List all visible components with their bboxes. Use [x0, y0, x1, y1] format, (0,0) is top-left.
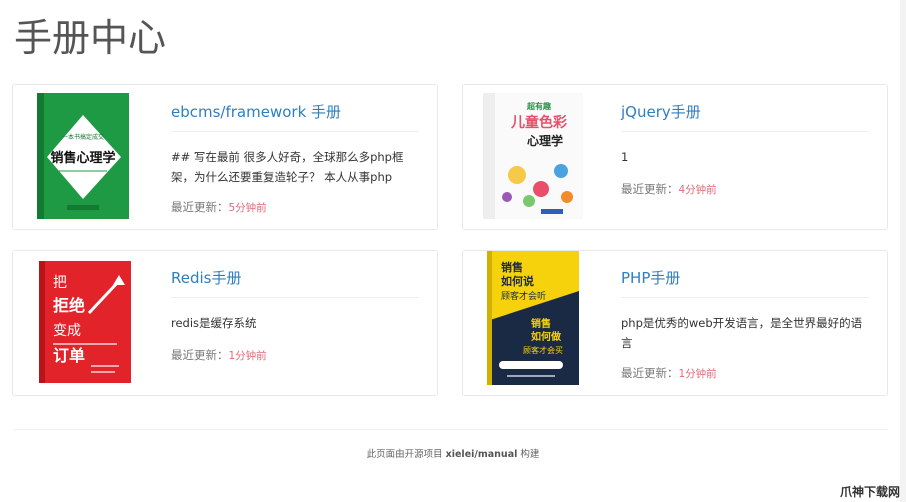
manual-card[interactable]: 销售 如何说 顾客才会听 销售 如何做 顾客才会买 PHP手册 php是优秀的w…	[462, 250, 888, 396]
book-cover-text: 销售心理学	[50, 150, 115, 166]
footer-divider	[14, 429, 888, 430]
updated-time: 1分钟前	[678, 368, 717, 380]
footer-project-link[interactable]: xielei/manual	[446, 449, 518, 460]
updated-label: 最近更新：	[621, 366, 679, 380]
card-description: redis是缓存系统	[171, 316, 257, 330]
book-cover-text: 心理学	[527, 133, 563, 148]
manual-card[interactable]: 超有趣 儿童色彩 心理学 jQuery手册 1 最近更新：4分钟前	[462, 84, 888, 230]
card-updated: 最近更新：1分钟前	[621, 365, 717, 381]
card-updated: 最近更新：5分钟前	[171, 199, 267, 215]
book-cover-text: 拒绝	[53, 296, 85, 315]
book-cover-text: 订单	[53, 346, 85, 365]
book-cover-text: 顾客才会买	[523, 345, 563, 355]
book-cover-text: 顾客才会听	[501, 290, 546, 302]
updated-label: 最近更新：	[621, 182, 679, 196]
card-divider	[621, 297, 869, 298]
updated-time: 1分钟前	[228, 350, 267, 362]
card-title-link[interactable]: jQuery手册	[621, 101, 701, 122]
card-title-link[interactable]: Redis手册	[171, 267, 241, 288]
footer: 此页面由开源项目 xielei/manual 构建	[0, 446, 906, 460]
book-cover-text: 一本书搞定成交	[62, 133, 104, 141]
manual-card[interactable]: 把 拒绝 变成 订单 Redis手册 redis是缓存系统 最近更新：1分钟前	[12, 250, 438, 396]
book-cover-image[interactable]: 超有趣 儿童色彩 心理学	[483, 93, 583, 219]
footer-prefix: 此页面由开源项目	[366, 449, 446, 460]
updated-time: 4分钟前	[678, 184, 717, 196]
book-cover-text: 如何说	[501, 274, 534, 288]
book-cover-text: 如何做	[531, 330, 562, 343]
book-cover-image[interactable]: 一本书搞定成交 销售心理学	[37, 93, 129, 219]
book-cover-text: 销售	[531, 317, 551, 330]
book-cover-text: 销售	[501, 260, 523, 274]
card-divider	[621, 131, 869, 132]
book-cover-text: 变成	[53, 323, 81, 339]
book-cover-text: 把	[53, 275, 67, 291]
book-cover-image[interactable]: 销售 如何说 顾客才会听 销售 如何做 顾客才会买	[487, 251, 579, 385]
manual-card[interactable]: 一本书搞定成交 销售心理学 ebcms/framework 手册 ## 写在最前…	[12, 84, 438, 230]
footer-suffix: 构建	[517, 449, 540, 460]
card-description: ## 写在最前 很多人好奇，全球那么多php框架，为什么还要重复造轮子？ 本人从…	[171, 150, 404, 184]
book-cover-text: 超有趣	[526, 101, 552, 111]
watermark: 爪神下载网	[839, 485, 900, 499]
scrollbar[interactable]	[900, 0, 906, 502]
updated-label: 最近更新：	[171, 200, 229, 214]
card-title-link[interactable]: PHP手册	[621, 267, 680, 288]
card-divider	[171, 297, 419, 298]
card-divider	[171, 131, 419, 132]
book-cover-image[interactable]: 把 拒绝 变成 订单	[39, 261, 131, 383]
card-description: 1	[621, 150, 629, 164]
card-updated: 最近更新：4分钟前	[621, 181, 717, 197]
book-cover-text: 儿童色彩	[510, 114, 567, 131]
updated-label: 最近更新：	[171, 348, 229, 362]
card-description: php是优秀的web开发语言，是全世界最好的语言	[621, 316, 863, 350]
updated-time: 5分钟前	[228, 202, 267, 214]
page-title: 手册中心	[14, 16, 167, 60]
card-title-link[interactable]: ebcms/framework 手册	[171, 101, 341, 122]
card-updated: 最近更新：1分钟前	[171, 347, 267, 363]
